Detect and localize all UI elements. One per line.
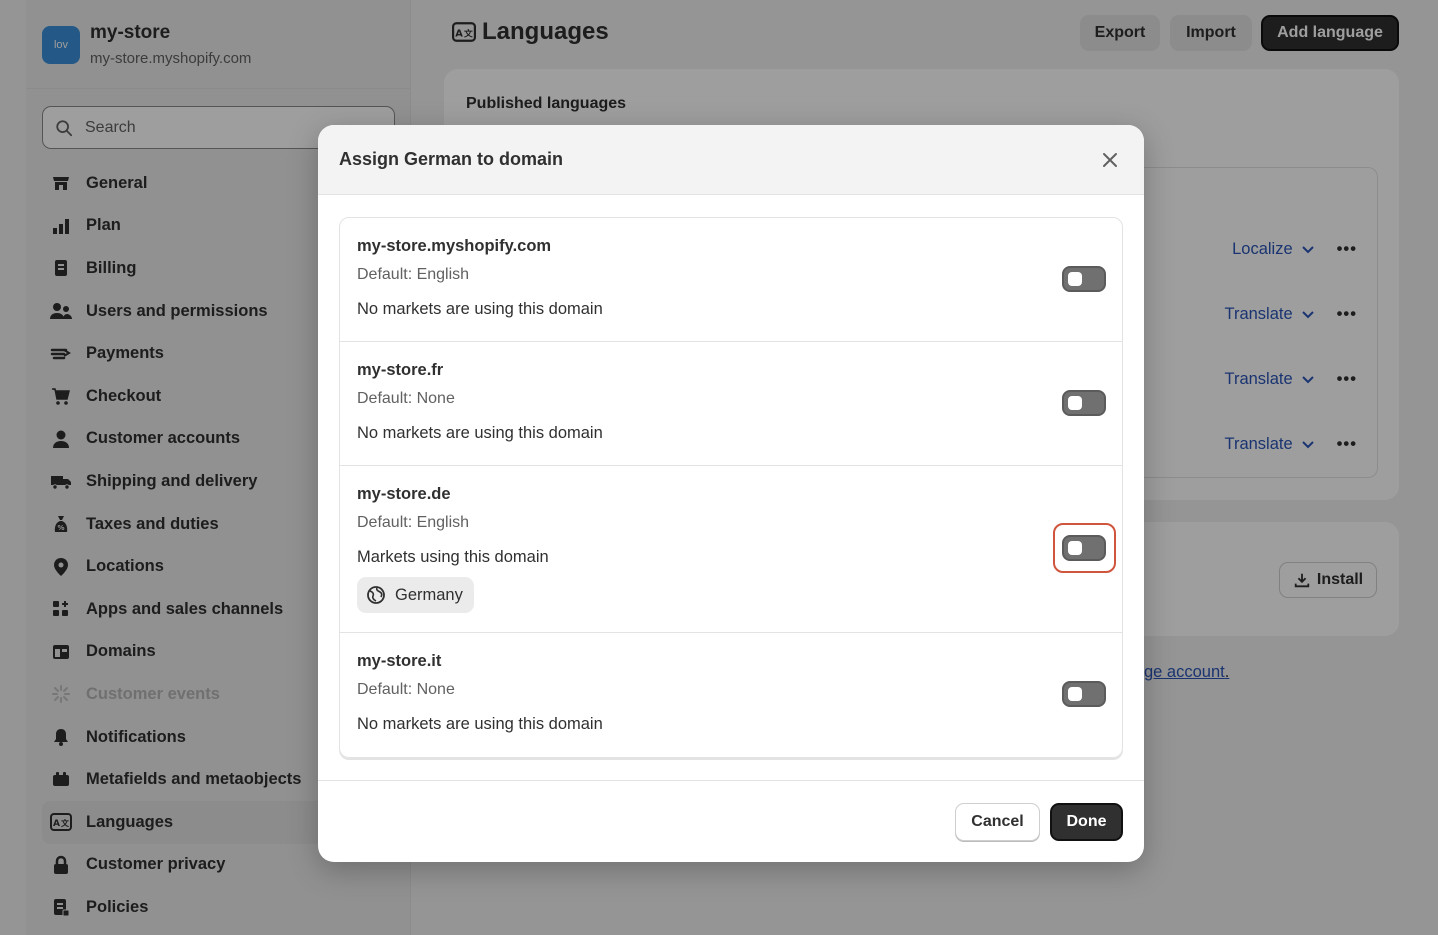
- domain-default-language: Default: English: [357, 514, 470, 531]
- domain-markets-text: No markets are using this domain: [357, 715, 603, 733]
- domain-name: my-store.myshopify.com: [357, 237, 552, 255]
- domain-name: my-store.de: [357, 485, 451, 503]
- domain-name: my-store.it: [357, 652, 442, 670]
- globe-icon: [367, 586, 385, 604]
- domain-name: my-store.fr: [357, 361, 444, 379]
- close-icon[interactable]: [1100, 150, 1120, 170]
- cancel-button[interactable]: Cancel: [955, 803, 1040, 841]
- done-button[interactable]: Done: [1050, 803, 1123, 841]
- domain-default-language: Default: English: [357, 266, 470, 283]
- modal-title: Assign German to domain: [339, 149, 564, 169]
- modal-footer: Cancel Done: [318, 780, 1144, 862]
- domain-toggle[interactable]: [1062, 390, 1106, 416]
- assign-domain-modal: Assign German to domain my-store.myshopi…: [318, 125, 1144, 862]
- domain-default-language: Default: None: [357, 390, 455, 407]
- domain-toggle[interactable]: [1062, 535, 1106, 561]
- domain-toggle[interactable]: [1062, 266, 1106, 292]
- list-item: my-store.myshopify.com Default: English …: [340, 218, 1122, 342]
- domain-default-language: Default: None: [357, 681, 455, 698]
- market-chip-label: Germany: [395, 585, 463, 604]
- domain-markets-text: No markets are using this domain: [357, 300, 603, 318]
- domain-markets-text: No markets are using this domain: [357, 424, 603, 442]
- domain-toggle[interactable]: [1062, 681, 1106, 707]
- list-item: my-store.de Default: English Markets usi…: [340, 466, 1122, 633]
- list-item: my-store.it Default: None No markets are…: [340, 633, 1122, 757]
- list-item: my-store.fr Default: None No markets are…: [340, 342, 1122, 466]
- modal-header: Assign German to domain: [318, 125, 1144, 195]
- domain-markets-text: Markets using this domain: [357, 548, 549, 566]
- domain-list: my-store.myshopify.com Default: English …: [339, 217, 1123, 758]
- market-chip-germany: Germany: [357, 577, 474, 613]
